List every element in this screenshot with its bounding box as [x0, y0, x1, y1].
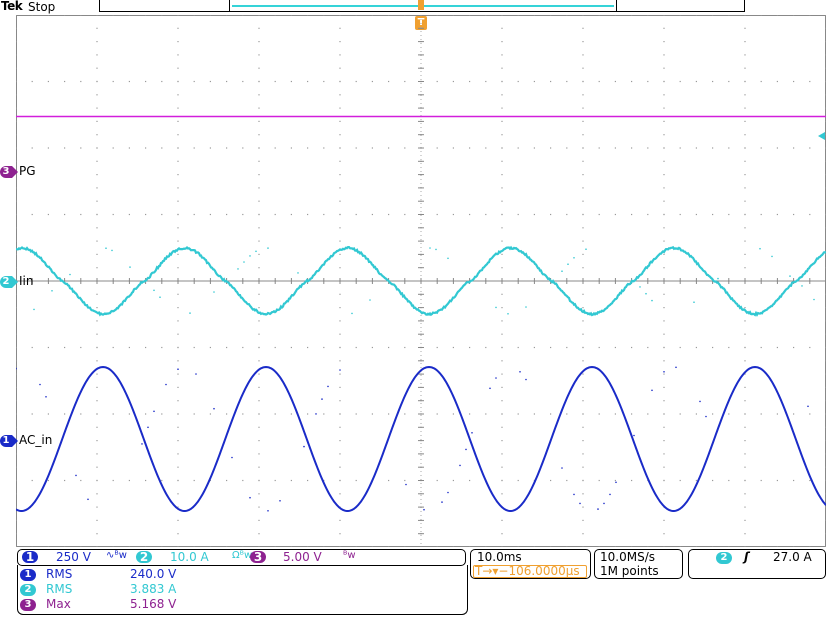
trigger-readout[interactable]: 2 ʃ 27.0 A [688, 549, 826, 579]
ch1-scale[interactable]: 250 V [56, 550, 91, 564]
measurement-row[interactable]: 3 Max 5.168 V [20, 597, 460, 613]
measurement-value: 3.883 A [130, 582, 176, 596]
ch1-marker[interactable]: 1 [0, 435, 12, 447]
brand-logo: Tek [1, 0, 22, 13]
bw-limit-icon: ᴮw [343, 550, 356, 561]
measurement-row[interactable]: 1 RMS 240.0 V [20, 567, 460, 583]
measurement-name: RMS [46, 582, 72, 596]
measurement-row[interactable]: 2 RMS 3.883 A [20, 582, 460, 598]
measurement-name: Max [46, 597, 71, 611]
timebase-readout[interactable]: 10.0ms T→▾−106.0000µs [470, 549, 591, 579]
waveform-persistence-dots [16, 247, 815, 511]
ch1-badge[interactable]: 1 [22, 551, 38, 563]
trigger-source-badge: 2 [716, 552, 732, 564]
acquisition-readout[interactable]: 10.0MS/s 1M points [594, 549, 683, 579]
top-status-bar: Tek Stop [0, 0, 829, 14]
ch3-scale[interactable]: 5.00 V [283, 550, 322, 564]
ch3-label: PG [19, 164, 36, 178]
ch3-marker[interactable]: 3 [0, 166, 12, 178]
ch2-marker[interactable]: 2 [0, 276, 12, 288]
measurement-name: RMS [46, 567, 72, 581]
oscilloscope-graticule [16, 15, 826, 547]
channel-scale-bar: 1 250 V ∿ᴮw 2 10.0 A Ωᴮw 3 5.00 V ᴮw [17, 549, 466, 566]
horizontal-position: T→▾−106.0000µs [475, 564, 580, 578]
ch2-trigger-level-arrow[interactable] [818, 132, 825, 140]
measurement-ch3-badge: 3 [20, 599, 36, 611]
ch1-label: AC_in [19, 433, 52, 447]
sample-rate: 10.0MS/s [600, 550, 655, 564]
record-length: 1M points [600, 564, 659, 578]
measurement-ch2-badge: 2 [20, 584, 36, 596]
ac-coupling-icon: ∿ᴮw [106, 550, 127, 561]
timebase-scale: 10.0ms [477, 550, 522, 564]
trigger-position-stem [418, 0, 424, 10]
measurement-value: 5.168 V [130, 597, 176, 611]
ch3-badge[interactable]: 3 [250, 551, 266, 563]
acquisition-status: Stop [28, 0, 55, 14]
measurement-panel: 1 RMS 240.0 V 2 RMS 3.883 A 3 Max 5.168 … [17, 565, 468, 615]
measurement-value: 240.0 V [130, 567, 176, 581]
ch2-label: Iin [19, 274, 33, 288]
ch2-scale[interactable]: 10.0 A [170, 550, 209, 564]
rising-edge-icon: ʃ [744, 550, 749, 564]
trigger-level: 27.0 A [773, 550, 812, 564]
measurement-ch1-badge: 1 [20, 569, 36, 581]
ch2-badge[interactable]: 2 [136, 551, 152, 563]
